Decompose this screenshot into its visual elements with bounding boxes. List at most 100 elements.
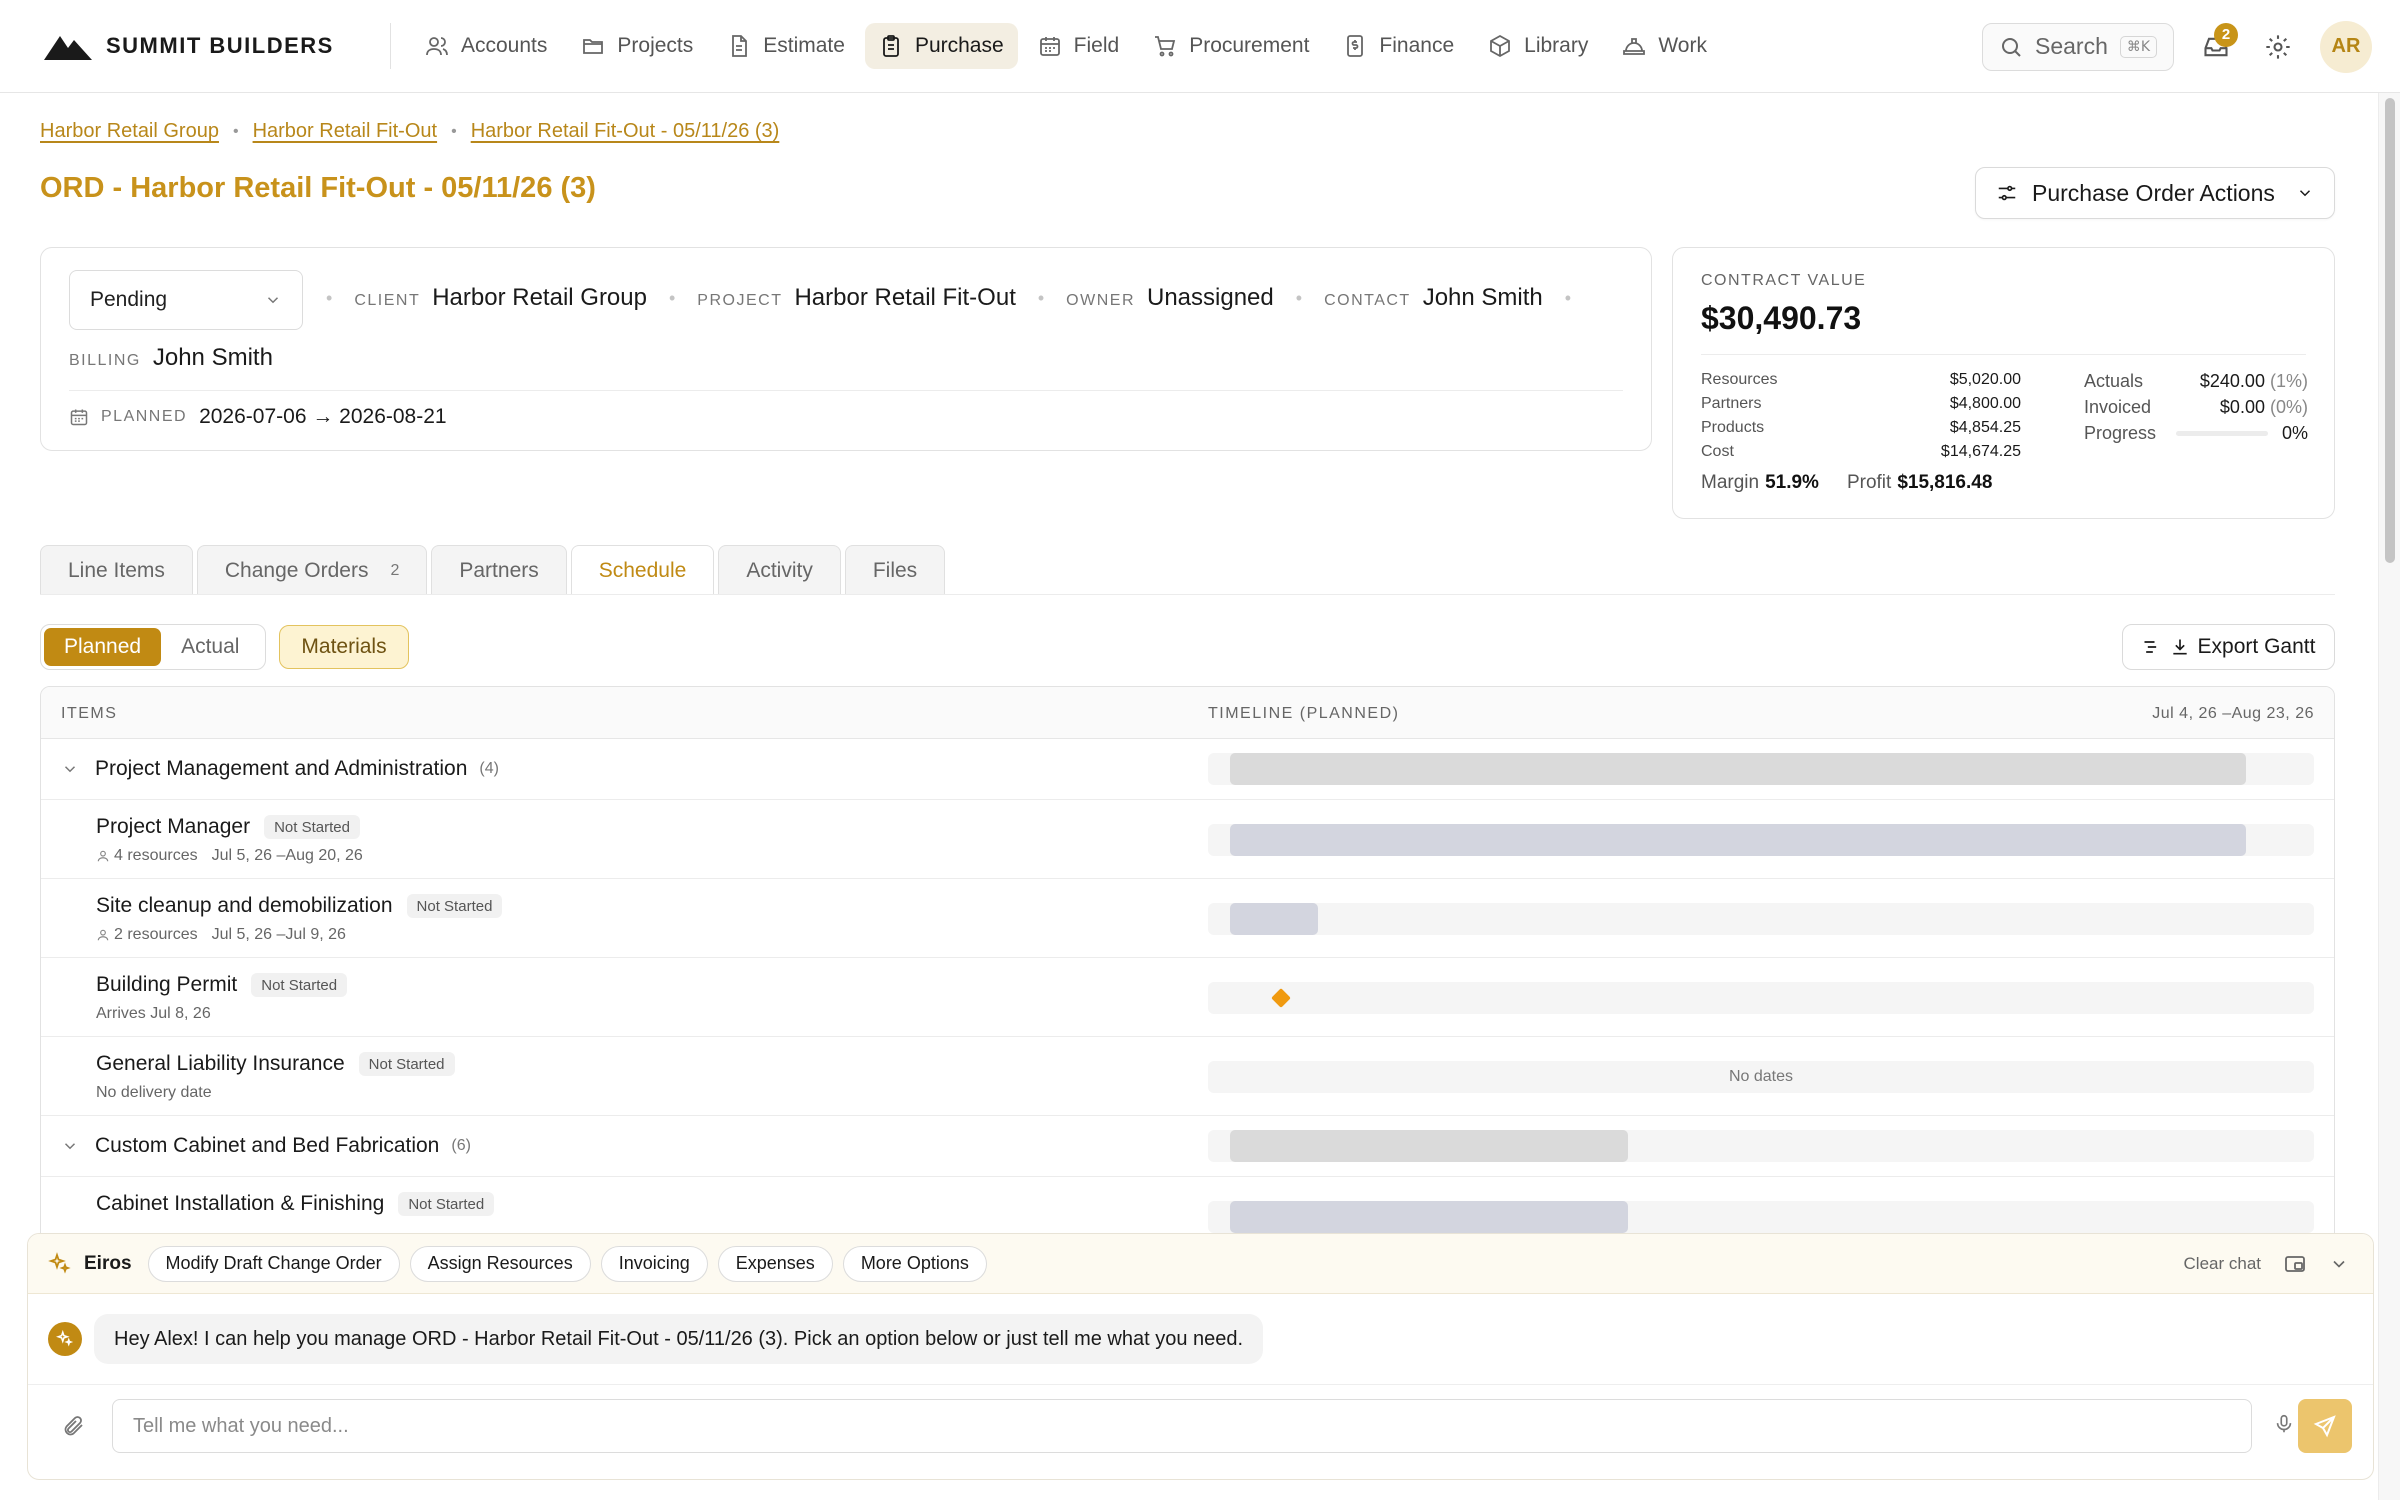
planned-dates[interactable]: PLANNED 2026-07-06 → 2026-08-21 [69, 405, 447, 429]
settings-button[interactable] [2258, 27, 2298, 67]
chip-assign-resources[interactable]: Assign Resources [409, 1245, 591, 1282]
tab-label: Line Items [68, 558, 165, 582]
tab-schedule[interactable]: Schedule [570, 545, 715, 595]
microphone-icon[interactable] [2273, 1412, 2295, 1436]
group-title: Project Management and Administration [95, 757, 468, 780]
meta-client[interactable]: CLIENT Harbor Retail Group [354, 284, 647, 312]
chip-more-options[interactable]: More Options [842, 1245, 987, 1282]
detail-tabs: Line Items Change Orders 2 Partners Sched… [40, 545, 946, 595]
gantt-item-row[interactable]: General Liability Insurance Not Started … [41, 1037, 2334, 1116]
breakdown-label: Partners [1701, 395, 1762, 412]
item-arrival: Arrives Jul 8, 26 [96, 1005, 211, 1022]
meta-label: BILLING [69, 352, 141, 369]
chat-input[interactable] [112, 1399, 2252, 1453]
meta-billing[interactable]: BILLING John Smith [69, 344, 273, 372]
progress-row: Progress 0% [2084, 420, 2308, 446]
nav-item-estimate[interactable]: Estimate [713, 23, 859, 69]
planned-range: 2026-07-06 → 2026-08-21 [199, 405, 447, 428]
tab-label: Files [872, 558, 918, 582]
timeline-track [1208, 824, 2314, 856]
chevron-down-icon[interactable] [61, 760, 79, 778]
gantt-item-row[interactable]: Building Permit Not Started Arrives Jul … [41, 958, 2334, 1037]
tab-line-items[interactable]: Line Items [40, 545, 193, 595]
download-icon [2170, 637, 2190, 657]
timeline-range: Jul 4, 26 –Aug 23, 26 [2152, 705, 2314, 722]
items-column-header: ITEMS [61, 705, 118, 722]
tab-change-orders[interactable]: Change Orders 2 [196, 545, 428, 595]
nav-item-field[interactable]: Field [1024, 23, 1134, 69]
scrollbar-thumb[interactable] [2385, 98, 2395, 563]
sparkle-icon [56, 1330, 74, 1347]
brand[interactable]: SUMMIT BUILDERS [0, 32, 390, 60]
timeline-track [1208, 903, 2314, 935]
status-badge: Not Started [398, 1192, 495, 1216]
chip-modify-draft-change-order[interactable]: Modify Draft Change Order [147, 1245, 400, 1282]
tab-count: 2 [390, 561, 400, 579]
breadcrumb-separator: • [232, 122, 239, 140]
materials-filter-button[interactable]: Materials [279, 625, 409, 669]
chevron-down-icon[interactable] [61, 1137, 79, 1155]
assistant-chat-panel: Eiros Modify Draft Change Order Assign R… [27, 1233, 2374, 1480]
order-meta: • CLIENT Harbor Retail Group • PROJECT H… [326, 284, 1593, 312]
milestone-marker[interactable] [1271, 988, 1291, 1008]
chip-invoicing[interactable]: Invoicing [600, 1245, 708, 1282]
clear-chat-button[interactable]: Clear chat [2184, 1254, 2261, 1274]
tab-activity[interactable]: Activity [718, 545, 841, 595]
top-navigation: SUMMIT BUILDERS Accounts Projects Estima… [0, 0, 2400, 93]
export-gantt-button[interactable]: Export Gantt [2122, 624, 2335, 670]
meta-owner[interactable]: OWNER Unassigned [1066, 284, 1274, 312]
meta-project[interactable]: PROJECT Harbor Retail Fit-Out [697, 284, 1016, 312]
item-timeline-bar[interactable] [1230, 1201, 1628, 1233]
nav-item-work[interactable]: Work [1608, 23, 1721, 69]
nav-item-procurement[interactable]: Procurement [1139, 23, 1323, 69]
chip-expenses[interactable]: Expenses [717, 1245, 833, 1282]
group-timeline-bar[interactable] [1230, 753, 2246, 785]
meta-contact[interactable]: CONTACT John Smith [1324, 284, 1543, 312]
popout-icon[interactable] [2283, 1252, 2307, 1276]
gantt-group-row[interactable]: Project Management and Administration (4… [41, 739, 2334, 800]
send-button[interactable] [2298, 1399, 2352, 1453]
breadcrumb-order[interactable]: Harbor Retail Fit-Out - 05/11/26 (3) [471, 120, 780, 143]
tab-files[interactable]: Files [844, 545, 946, 595]
nav-item-library[interactable]: Library [1474, 23, 1602, 69]
profit-value: $15,816.48 [1897, 472, 1993, 493]
nav-item-accounts[interactable]: Accounts [411, 23, 561, 69]
gantt-item-row[interactable]: Cabinet Installation & Finishing Not Sta… [41, 1177, 2334, 1235]
margin-profit: Margin 51.9% Profit $15,816.48 [1701, 472, 1992, 494]
gantt-item-row[interactable]: Site cleanup and demobilization Not Star… [41, 879, 2334, 958]
paperclip-icon[interactable] [62, 1414, 86, 1438]
notifications-button[interactable]: 2 [2196, 22, 2238, 67]
margin-label: Margin [1701, 472, 1760, 493]
gantt-group-row[interactable]: Custom Cabinet and Bed Fabrication (6) [41, 1116, 2334, 1177]
status-badge: Not Started [406, 894, 503, 918]
timeline-track [1208, 753, 2314, 785]
planned-toggle[interactable]: Planned [44, 628, 162, 666]
nav-item-purchase[interactable]: Purchase [864, 23, 1018, 69]
user-avatar[interactable]: AR [2320, 20, 2372, 73]
item-timeline-bar[interactable] [1230, 824, 2246, 856]
meta-separator: • [1295, 287, 1303, 308]
export-label: Export Gantt [2197, 635, 2316, 658]
tab-partners[interactable]: Partners [431, 545, 567, 595]
breadcrumb-account[interactable]: Harbor Retail Group [40, 120, 219, 143]
breadcrumb-project[interactable]: Harbor Retail Fit-Out [253, 120, 438, 143]
progress-bar [2175, 431, 2268, 436]
progress-value: 0% [2281, 423, 2308, 443]
search-icon [1999, 35, 2023, 59]
global-search[interactable]: Search ⌘K [1982, 22, 2174, 71]
nav-item-finance[interactable]: Finance [1329, 23, 1468, 69]
group-timeline-bar[interactable] [1230, 1130, 1628, 1162]
item-timeline-bar[interactable] [1230, 903, 1318, 935]
status-value: Pending [90, 288, 168, 311]
purchase-order-actions-button[interactable]: Purchase Order Actions [1975, 167, 2335, 219]
page-scrollbar[interactable] [2378, 93, 2400, 1500]
gantt-item-row[interactable]: Project Manager Not Started 4 resources … [41, 800, 2334, 879]
card-divider [69, 390, 1623, 391]
assistant-avatar [48, 1322, 82, 1356]
status-select[interactable]: Pending [69, 270, 303, 330]
chevron-down-icon[interactable] [2329, 1254, 2349, 1274]
nav-item-projects[interactable]: Projects [567, 23, 707, 69]
timeline-track [1208, 1201, 2314, 1233]
actual-toggle[interactable]: Actual [161, 628, 259, 666]
meta-label: PROJECT [697, 292, 783, 309]
